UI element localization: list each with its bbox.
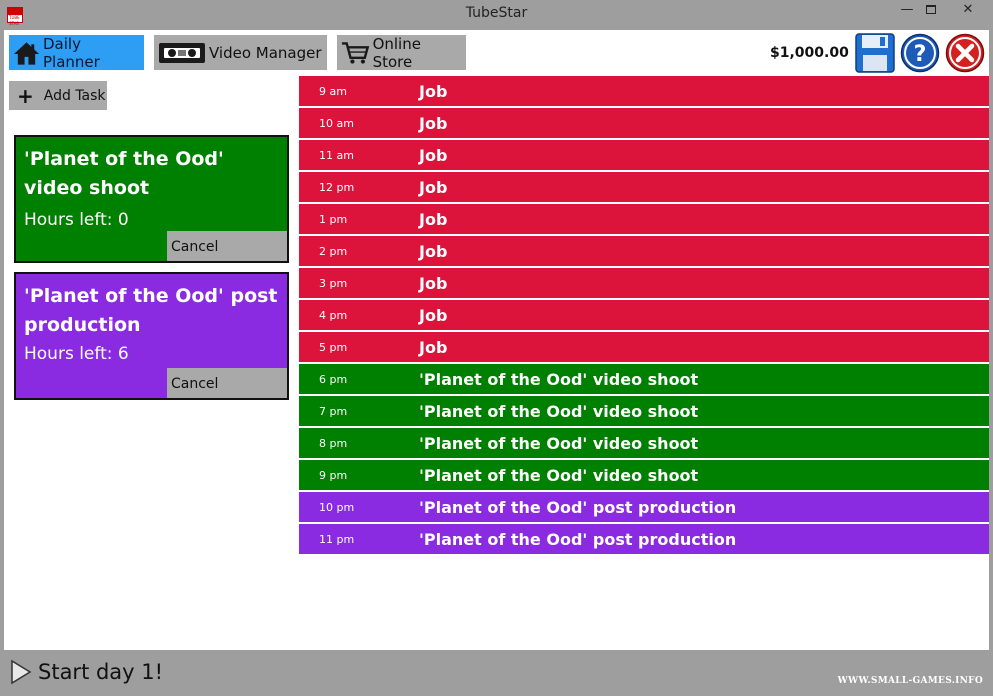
window-title: TubeStar [465,5,528,21]
schedule-slot[interactable]: 5 pm Job [299,332,989,364]
daily-planner-label: Daily Planner [43,34,100,71]
slot-time: 8 pm [319,436,348,450]
slot-time: 9 pm [319,468,348,482]
task-name: 'Planet of the Ood' post production [24,285,278,336]
slot-time: 4 pm [319,308,348,322]
add-task-label: Add Task [43,87,106,104]
slot-task: Job [419,241,448,261]
slot-time: 11 am [319,148,354,162]
slot-task: Job [419,145,448,165]
plus-icon: + [17,83,34,108]
slot-time: 3 pm [319,276,348,290]
slot-task: 'Planet of the Ood' post production [419,529,737,549]
daily-planner-button[interactable]: Daily Planner [9,34,144,71]
slot-task: Job [419,273,448,293]
slot-time: 10 pm [319,500,355,514]
task-name: 'Planet of the Ood' video shoot [24,148,224,199]
help-icon[interactable]: ? [900,33,940,73]
play-icon [11,659,32,685]
slot-time: 2 pm [319,244,348,258]
schedule-slot[interactable]: 1 pm Job [299,204,989,236]
svg-text:?: ? [914,42,927,67]
close-window-button[interactable]: ✕ [949,0,987,22]
status-bar: Start day 1! WWW.SMALL-GAMES.INFO [0,650,993,696]
floppy-disk-icon[interactable] [855,33,895,73]
schedule-slot[interactable]: 12 pm Job [299,172,989,204]
title-bar[interactable]: TUBE STAR TubeStar — ✕ [0,0,993,30]
start-day-label: Start day 1! [38,660,164,684]
slot-time: 9 am [319,84,347,98]
slot-task: 'Planet of the Ood' video shoot [419,433,699,453]
schedule-slot[interactable]: 2 pm Job [299,236,989,268]
schedule-slot[interactable]: 4 pm Job [299,300,989,332]
start-day-button[interactable]: Start day 1! [10,658,163,686]
maximize-icon [926,5,936,14]
schedule-slot[interactable]: 3 pm Job [299,268,989,300]
cancel-task-button[interactable]: Cancel [167,368,287,398]
slot-task: 'Planet of the Ood' video shoot [419,401,699,421]
schedule-list: 9 am Job 10 am Job 11 am Job 12 pm Job 1 pm J… [299,76,989,556]
cancel-task-button[interactable]: Cancel [167,231,287,261]
slot-time: 11 pm [319,532,355,546]
slot-time: 6 pm [319,372,348,386]
task-hours-left: Hours left: 6 [24,344,129,364]
video-manager-label: Video Manager [209,43,322,62]
schedule-slot[interactable]: 11 pm 'Planet of the Ood' post production [299,524,989,556]
online-store-label: Online Store [372,34,421,71]
slot-task: Job [419,209,448,229]
slot-task: Job [419,81,448,101]
slot-time: 12 pm [319,180,355,194]
slot-task: Job [419,337,448,357]
slot-task: 'Planet of the Ood' post production [419,497,737,517]
schedule-slot[interactable]: 10 am Job [299,108,989,140]
house-icon [13,41,40,65]
schedule-slot[interactable]: 9 am Job [299,76,989,108]
vhs-tape-icon [159,42,205,63]
online-store-button[interactable]: Online Store [337,34,466,71]
slot-task: Job [419,177,448,197]
maximize-button[interactable] [916,0,946,22]
slot-time: 1 pm [319,212,348,226]
slot-time: 10 am [319,116,354,130]
slot-task: 'Planet of the Ood' video shoot [419,369,699,389]
shopping-cart-icon [341,41,370,64]
task-card: 'Planet of the Ood' post production Hour… [14,272,289,400]
schedule-slot[interactable]: 6 pm 'Planet of the Ood' video shoot [299,364,989,396]
slot-task: Job [419,305,448,325]
money-balance: $1,000.00 [770,45,849,61]
schedule-slot[interactable]: 7 pm 'Planet of the Ood' video shoot [299,396,989,428]
schedule-slot[interactable]: 8 pm 'Planet of the Ood' video shoot [299,428,989,460]
slot-time: 7 pm [319,404,348,418]
client-area: Daily Planner Video Manager Online Store… [4,30,989,650]
schedule-slot[interactable]: 11 am Job [299,140,989,172]
watermark: WWW.SMALL-GAMES.INFO [837,676,983,686]
task-hours-left: Hours left: 0 [24,210,129,230]
schedule-slot[interactable]: 10 pm 'Planet of the Ood' post production [299,492,989,524]
task-card: 'Planet of the Ood' video shoot Hours le… [14,135,289,263]
exit-icon[interactable] [945,33,985,73]
slot-task: Job [419,113,448,133]
add-task-button[interactable]: + Add Task [9,81,107,110]
schedule-slot[interactable]: 9 pm 'Planet of the Ood' video shoot [299,460,989,492]
video-manager-button[interactable]: Video Manager [154,35,327,70]
slot-time: 5 pm [319,340,348,354]
slot-task: 'Planet of the Ood' video shoot [419,465,699,485]
